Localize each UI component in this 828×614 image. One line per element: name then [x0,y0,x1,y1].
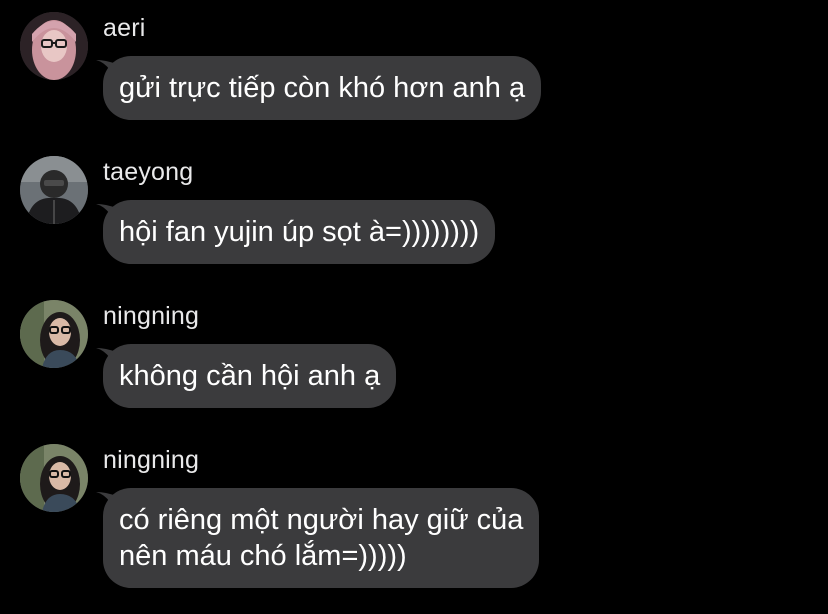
message-bubble[interactable]: gửi trực tiếp còn khó hơn anh ạ [103,56,542,120]
sender-name: aeri [103,14,146,42]
profile-photo-icon [20,444,88,512]
message-bubble[interactable]: hội fan yujin úp sọt à=)))))))) [103,200,496,264]
profile-photo-icon [20,12,88,80]
message-bubble[interactable]: không cần hội anh ạ [103,344,397,408]
profile-photo-icon [20,300,88,368]
message-bubble[interactable]: có riêng một người hay giữ của nên máu c… [103,488,540,588]
chat-thread: aeri gửi trực tiếp còn khó hơn anh ạ tae… [0,0,828,614]
sender-name: taeyong [103,158,194,186]
sender-name: ningning [103,446,200,474]
profile-photo-icon [20,156,88,224]
avatar-ningning[interactable] [20,300,88,368]
avatar-taeyong[interactable] [20,156,88,224]
avatar-ningning[interactable] [20,444,88,512]
sender-name: ningning [103,302,200,330]
avatar-aeri[interactable] [20,12,88,80]
